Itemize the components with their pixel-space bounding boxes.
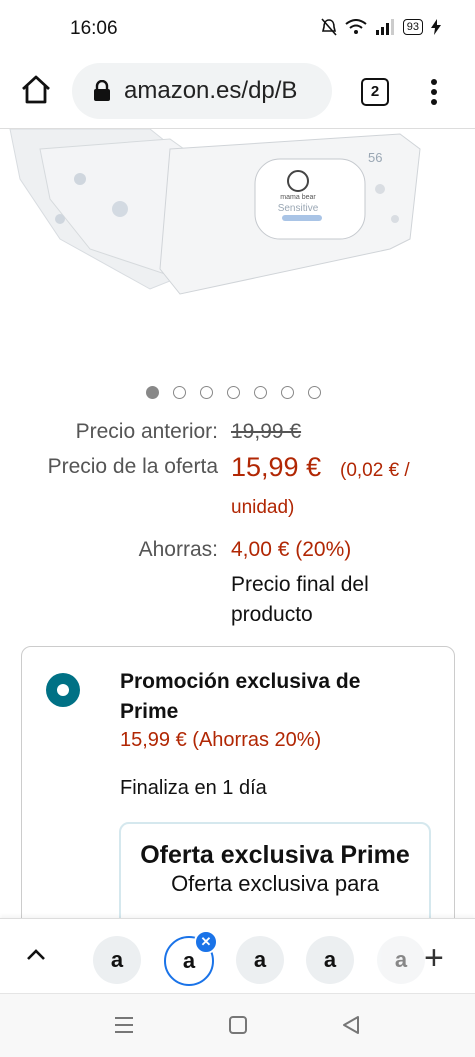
browser-toolbar: amazon.es/dp/B 2 xyxy=(0,58,475,129)
previous-price-value: 19,99 € xyxy=(231,420,302,443)
unit-price-line2: unidad) xyxy=(231,497,295,518)
home-nav-icon[interactable] xyxy=(227,1014,249,1036)
close-tab-icon[interactable]: ✕ xyxy=(194,930,218,954)
recent-apps-icon[interactable] xyxy=(113,1014,135,1036)
carousel-dot[interactable] xyxy=(173,386,186,399)
carousel-dot[interactable] xyxy=(254,386,267,399)
tab-amazon[interactable]: a xyxy=(93,936,141,984)
amazon-icon: a xyxy=(323,947,337,972)
url-text: amazon.es/dp/B xyxy=(124,77,298,104)
status-icons: 93 xyxy=(321,18,441,36)
tab-switcher-button[interactable]: 2 xyxy=(361,78,389,106)
previous-price-label: Precio anterior: xyxy=(75,420,218,443)
mute-icon xyxy=(321,18,337,36)
savings-label: Ahorras: xyxy=(138,538,218,561)
tab-strip: a a ✕ a a a + xyxy=(0,918,475,993)
back-nav-icon[interactable] xyxy=(340,1014,362,1036)
amazon-icon: a xyxy=(253,947,267,972)
carousel-dot[interactable] xyxy=(308,386,321,399)
battery-icon: 93 xyxy=(402,19,423,35)
home-icon[interactable] xyxy=(20,74,52,106)
savings-value: 4,00 € (20%) xyxy=(231,538,352,561)
carousel-dots[interactable] xyxy=(146,386,321,399)
promo-title: Promoción exclusiva de Prime xyxy=(120,670,361,723)
offer-price-label: Precio de la oferta xyxy=(47,455,218,478)
charging-icon xyxy=(431,19,441,35)
lock-icon xyxy=(94,80,110,101)
prime-offer-subtitle: Oferta exclusiva para xyxy=(171,871,379,896)
system-nav-bar xyxy=(0,993,475,1057)
brand-label: mama bear xyxy=(280,194,316,201)
final-price-note-line2: producto xyxy=(231,603,313,626)
chevron-up-icon[interactable] xyxy=(24,943,48,967)
tab-amazon[interactable]: a xyxy=(377,936,425,984)
prime-offer-title: Oferta exclusiva Prime xyxy=(140,841,410,869)
amazon-icon: a xyxy=(394,947,408,972)
carousel-dot[interactable] xyxy=(200,386,213,399)
address-bar[interactable]: amazon.es/dp/B xyxy=(72,63,332,119)
promo-ends: Finaliza en 1 día xyxy=(120,777,267,799)
package-count-badge: 56 xyxy=(368,150,382,165)
wifi-icon xyxy=(345,19,367,34)
status-time: 16:06 xyxy=(70,18,118,39)
product-image[interactable]: mama bear Sensitive 56 xyxy=(0,129,475,369)
tab-amazon[interactable]: a xyxy=(306,936,354,984)
carousel-dot[interactable] xyxy=(146,386,159,399)
carousel-dot[interactable] xyxy=(281,386,294,399)
signal-icon xyxy=(375,19,394,35)
new-tab-icon[interactable]: + xyxy=(424,939,444,978)
tab-amazon[interactable]: a xyxy=(236,936,284,984)
amazon-icon: a xyxy=(182,948,196,973)
unit-price-line1: (0,02 € / xyxy=(340,460,410,481)
wipes-package-illustration: mama bear Sensitive 56 xyxy=(9,129,421,295)
carousel-dot[interactable] xyxy=(227,386,240,399)
final-price-note-line1: Precio final del xyxy=(231,573,369,596)
promo-price: 15,99 € (Ahorras 20%) xyxy=(120,729,322,751)
offer-price-value: 15,99 € xyxy=(231,452,322,482)
status-bar: 16:06 93 xyxy=(0,0,475,58)
promo-radio-button[interactable] xyxy=(46,673,80,707)
tab-amazon-active[interactable]: a ✕ xyxy=(164,930,218,986)
product-label: Sensitive xyxy=(278,203,319,214)
amazon-icon: a xyxy=(110,947,124,972)
overflow-menu-icon[interactable] xyxy=(424,76,444,108)
